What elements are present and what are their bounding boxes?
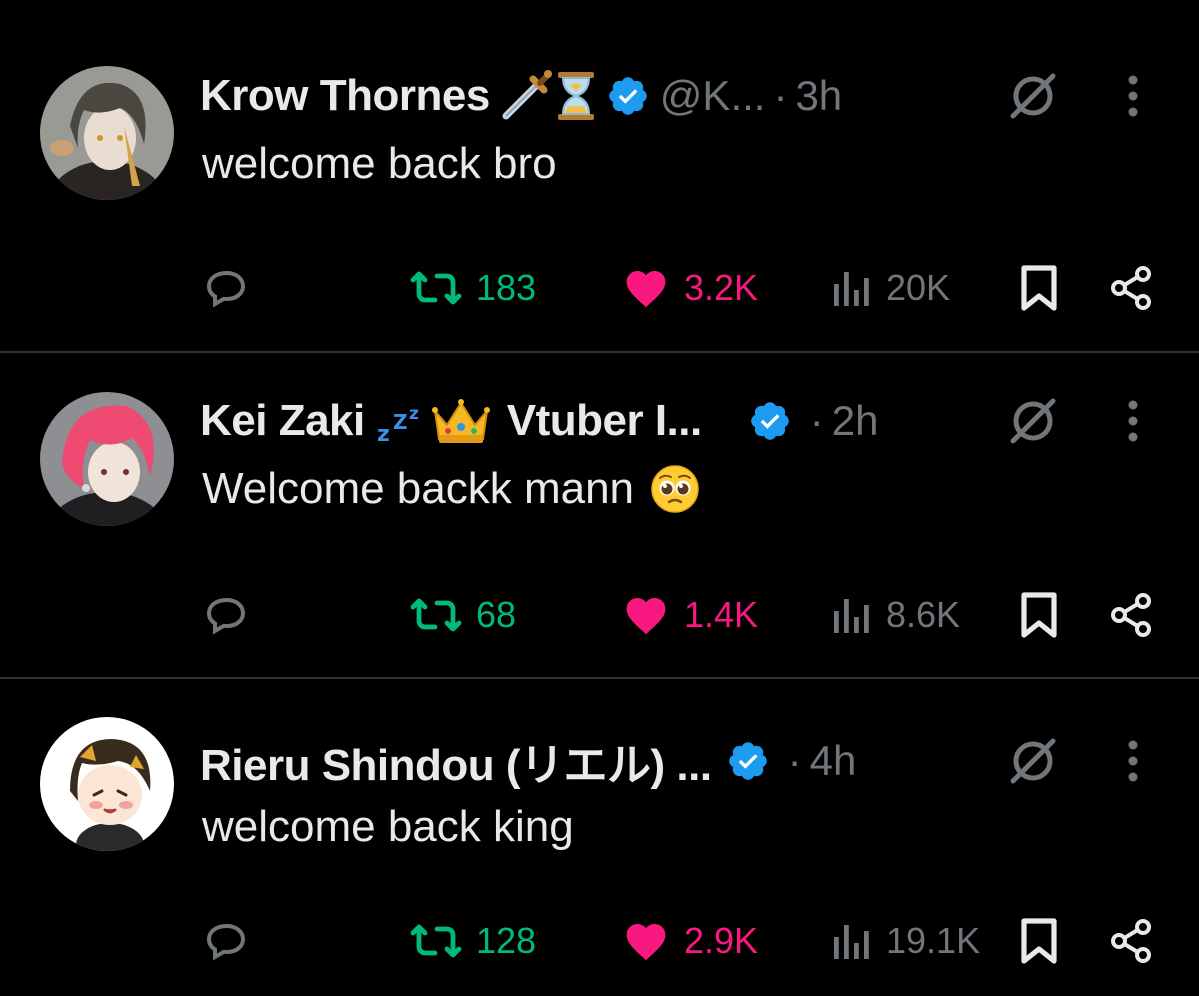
timestamp[interactable]: 4h bbox=[810, 737, 857, 785]
reply-button[interactable] bbox=[203, 585, 251, 645]
display-name-suffix[interactable]: Vtuber I... bbox=[507, 396, 702, 446]
separator-dot: · bbox=[809, 397, 824, 444]
svg-text:Z: Z bbox=[393, 410, 408, 434]
repost-button[interactable]: 68 bbox=[410, 585, 516, 645]
display-name[interactable]: Rieru Shindou (リエル) ... bbox=[200, 729, 712, 793]
crown-emoji bbox=[431, 395, 491, 447]
handle[interactable]: @K... bbox=[660, 72, 766, 120]
post-2[interactable]: Kei Zaki z Z z Vtuber I... · 2h Welcome … bbox=[0, 353, 1199, 677]
action-bar: 128 2.9K 19.1K bbox=[0, 911, 1199, 971]
more-options-icon[interactable] bbox=[1113, 391, 1153, 451]
bookmark-button[interactable] bbox=[1018, 258, 1060, 318]
views-count: 8.6K bbox=[886, 594, 961, 635]
avatar-rieru-shindou[interactable] bbox=[40, 717, 174, 851]
views-button[interactable]: 8.6K bbox=[832, 585, 960, 645]
share-icon bbox=[1111, 266, 1151, 310]
post-text: welcome back bro bbox=[202, 136, 557, 192]
bookmark-button[interactable] bbox=[1018, 911, 1060, 971]
like-button[interactable]: 3.2K bbox=[622, 258, 758, 318]
avatar-image bbox=[40, 392, 174, 526]
post-1[interactable]: Krow Thornes @K... · 3h welcome back bro… bbox=[0, 0, 1199, 352]
views-chart-icon bbox=[834, 272, 869, 306]
post-text-content: welcome back king bbox=[202, 802, 574, 851]
hourglass-emoji bbox=[556, 70, 596, 122]
repost-icon bbox=[410, 924, 462, 958]
action-bar: 68 1.4K 8.6K bbox=[0, 585, 1199, 645]
more-options-icon[interactable] bbox=[1113, 731, 1153, 791]
verified-badge-icon bbox=[748, 399, 792, 443]
repost-count: 68 bbox=[476, 594, 517, 635]
views-chart-icon bbox=[834, 925, 869, 959]
views-count: 19.1K bbox=[886, 920, 981, 961]
timestamp[interactable]: 3h bbox=[795, 72, 842, 120]
bookmark-icon bbox=[1021, 265, 1057, 311]
grok-icon[interactable] bbox=[1003, 66, 1063, 126]
verified-badge-icon bbox=[606, 74, 650, 118]
like-count: 1.4K bbox=[684, 594, 759, 635]
heart-filled-icon bbox=[626, 924, 666, 961]
heart-filled-icon bbox=[626, 598, 666, 635]
share-button[interactable] bbox=[1108, 258, 1156, 318]
share-icon bbox=[1111, 919, 1151, 963]
post-text-content: Welcome backk mann bbox=[202, 464, 635, 513]
action-bar: 183 3.2K 20K bbox=[0, 258, 1199, 318]
separator-dot: · bbox=[773, 72, 788, 119]
avatar-kei-zaki[interactable] bbox=[40, 392, 174, 526]
views-chart-icon bbox=[834, 599, 869, 633]
post-text-content: welcome back bro bbox=[202, 139, 557, 188]
pleading-face-emoji bbox=[650, 464, 700, 514]
avatar-image bbox=[40, 717, 174, 851]
grok-icon[interactable] bbox=[1003, 391, 1063, 451]
heart-filled-icon bbox=[626, 271, 666, 308]
like-count: 2.9K bbox=[684, 920, 759, 961]
bookmark-icon bbox=[1021, 592, 1057, 638]
repost-icon bbox=[410, 598, 462, 632]
views-button[interactable]: 19.1K bbox=[832, 911, 980, 971]
separator-dot: · bbox=[787, 737, 802, 784]
views-count: 20K bbox=[886, 267, 951, 308]
repost-button[interactable]: 183 bbox=[410, 258, 536, 318]
zzz-emoji: z Z z bbox=[375, 397, 431, 445]
share-icon bbox=[1111, 593, 1151, 637]
bookmark-icon bbox=[1021, 918, 1057, 964]
repost-button[interactable]: 128 bbox=[410, 911, 536, 971]
timestamp[interactable]: 2h bbox=[832, 397, 879, 445]
bookmark-button[interactable] bbox=[1018, 585, 1060, 645]
avatar-image bbox=[40, 66, 174, 200]
svg-text:z: z bbox=[409, 404, 419, 424]
display-name[interactable]: Kei Zaki bbox=[200, 396, 365, 446]
post-text: welcome back king bbox=[202, 799, 574, 855]
verified-badge-icon bbox=[726, 739, 770, 783]
like-button[interactable]: 1.4K bbox=[622, 585, 758, 645]
reply-icon bbox=[206, 270, 246, 308]
avatar-krow-thornes[interactable] bbox=[40, 66, 174, 200]
share-button[interactable] bbox=[1108, 911, 1156, 971]
repost-count: 183 bbox=[476, 267, 537, 308]
views-button[interactable]: 20K bbox=[832, 258, 950, 318]
post-3[interactable]: Rieru Shindou (リエル) ... · 4h welcome bac… bbox=[0, 679, 1199, 996]
repost-icon bbox=[410, 271, 462, 305]
like-count: 3.2K bbox=[684, 267, 759, 308]
reply-button[interactable] bbox=[203, 911, 251, 971]
post-text: Welcome backk mann bbox=[202, 461, 700, 517]
share-button[interactable] bbox=[1108, 585, 1156, 645]
like-button[interactable]: 2.9K bbox=[622, 911, 758, 971]
display-name[interactable]: Krow Thornes bbox=[200, 71, 490, 121]
more-options-icon[interactable] bbox=[1113, 66, 1153, 126]
svg-text:z: z bbox=[377, 422, 390, 445]
grok-icon[interactable] bbox=[1003, 731, 1063, 791]
repost-count: 128 bbox=[476, 920, 537, 961]
reply-feed: Krow Thornes @K... · 3h welcome back bro… bbox=[0, 0, 1199, 996]
reply-icon bbox=[206, 597, 246, 635]
reply-button[interactable] bbox=[203, 258, 251, 318]
reply-icon bbox=[206, 923, 246, 961]
dagger-emoji bbox=[500, 70, 552, 122]
